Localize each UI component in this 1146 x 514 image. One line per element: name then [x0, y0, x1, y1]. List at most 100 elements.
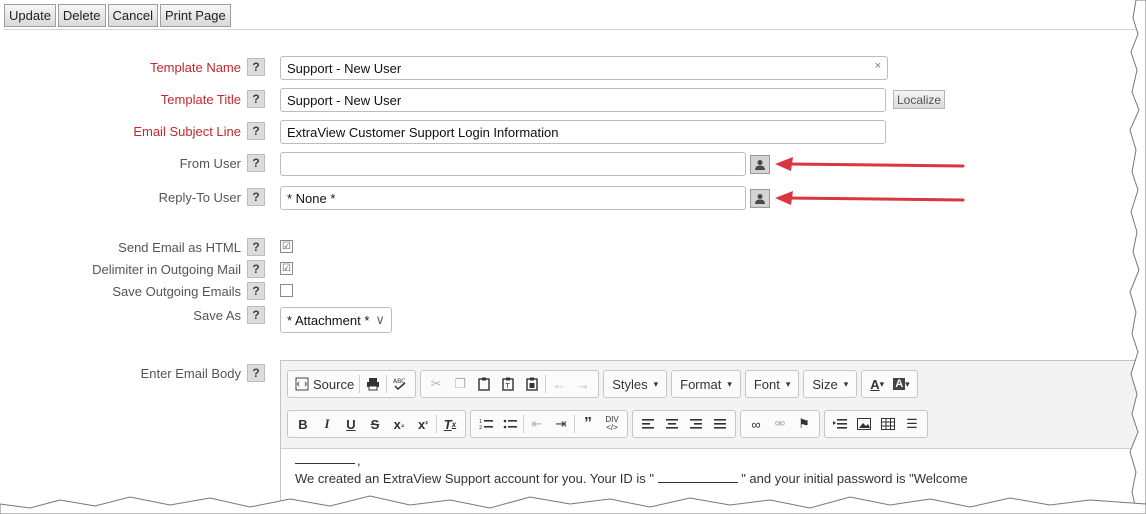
update-button[interactable]: Update [4, 4, 56, 27]
bulleted-list-icon[interactable] [499, 413, 521, 435]
numbered-list-icon[interactable]: 12 [475, 413, 497, 435]
text-color-icon[interactable]: A ▾ [866, 373, 888, 395]
paste-text-icon[interactable]: T [497, 373, 519, 395]
reply-to-input[interactable]: * None * [280, 186, 746, 210]
size-dropdown[interactable]: Size ▾ [803, 370, 858, 398]
align-center-icon[interactable] [661, 413, 683, 435]
help-icon[interactable]: ? [247, 306, 265, 324]
email-subject-value: ExtraView Customer Support Login Informa… [287, 124, 559, 140]
dropdown-icon: ▾ [653, 378, 659, 389]
send-html-checkbox[interactable]: ☑ [280, 240, 293, 253]
undo-icon[interactable]: ← [548, 373, 570, 395]
cut-icon[interactable]: ✂ [425, 373, 447, 395]
link-icon[interactable]: ∞ [745, 413, 767, 435]
table-icon[interactable] [877, 413, 899, 435]
delimiter-row: Delimiter in Outgoing Mail ? ☑ [0, 258, 1146, 282]
basic-style-group: B I U S x₂ x² Tx [287, 410, 466, 438]
image-icon[interactable] [853, 413, 875, 435]
send-html-row: Send Email as HTML ? ☑ [0, 236, 1146, 260]
separator [545, 375, 547, 393]
svg-text:T: T [505, 382, 511, 390]
reply-to-label: Reply-To User [158, 190, 241, 205]
action-toolbar: Update Delete Cancel Print Page [4, 4, 1144, 30]
user-picker-button[interactable] [750, 189, 770, 208]
styles-dropdown[interactable]: Styles ▾ [603, 370, 668, 398]
editor-toolbar-row-1: Source ABC ✂ ❐ T ← → Styles ▾ Format ▾ F… [287, 369, 918, 399]
user-picker-button[interactable] [750, 155, 770, 174]
paste-icon[interactable] [473, 373, 495, 395]
delete-button[interactable]: Delete [57, 4, 106, 27]
italic-icon[interactable]: I [316, 413, 338, 435]
help-icon[interactable]: ? [247, 238, 265, 256]
svg-text:2: 2 [479, 425, 482, 430]
email-subject-input[interactable]: ExtraView Customer Support Login Informa… [280, 120, 886, 144]
background-color-icon[interactable]: A ▾ [890, 373, 912, 395]
copy-icon[interactable]: ❐ [449, 373, 471, 395]
help-icon[interactable]: ? [247, 260, 265, 278]
save-as-row: Save As ? * Attachment * ∨ [0, 304, 1146, 333]
from-user-input[interactable] [280, 152, 746, 176]
cancel-button[interactable]: Cancel [107, 4, 158, 27]
email-body-label: Enter Email Body [140, 366, 241, 381]
editor-toolbar-row-2: B I U S x₂ x² Tx 12 ⇤ ⇥ ” DIV </> ∞ ⚮ ⚑ … [287, 409, 928, 439]
align-left-icon[interactable] [637, 413, 659, 435]
list-group: 12 ⇤ ⇥ ” DIV </> [470, 410, 628, 438]
help-icon[interactable]: ? [247, 122, 265, 140]
reply-to-row: Reply-To User ? * None * [0, 186, 1146, 210]
send-html-label: Send Email as HTML [118, 240, 241, 255]
clear-icon[interactable]: × [875, 60, 881, 72]
source-icon [295, 377, 309, 391]
save-outgoing-checkbox[interactable] [280, 284, 293, 297]
separator [359, 375, 361, 393]
redo-icon[interactable]: → [572, 373, 594, 395]
align-right-icon[interactable] [685, 413, 707, 435]
bold-icon[interactable]: B [292, 413, 314, 435]
dropdown-icon: ▾ [727, 378, 732, 389]
insert-list-icon[interactable] [829, 413, 851, 435]
unlink-icon[interactable]: ⚮ [769, 413, 791, 435]
template-name-input[interactable]: Support - New User × [280, 56, 888, 80]
font-dropdown[interactable]: Font ▾ [744, 370, 800, 398]
anchor-flag-icon[interactable]: ⚑ [793, 413, 815, 435]
chevron-down-icon: ∨ [375, 312, 385, 327]
print-page-button[interactable]: Print Page [159, 4, 231, 27]
size-label: Size [812, 376, 838, 392]
help-icon[interactable]: ? [247, 58, 265, 76]
strikethrough-icon[interactable]: S [364, 413, 386, 435]
remove-format-icon[interactable]: Tx [439, 413, 461, 435]
check-icon: ☑ [282, 241, 291, 252]
indent-icon[interactable]: ⇥ [550, 413, 572, 435]
superscript-icon[interactable]: x² [412, 413, 434, 435]
subscript-icon[interactable]: x₂ [388, 413, 410, 435]
clipboard-group: ✂ ❐ T ← → [420, 370, 600, 398]
email-subject-label: Email Subject Line [133, 124, 241, 139]
torn-edge-right [1129, 0, 1146, 514]
delimiter-checkbox[interactable]: ☑ [280, 262, 293, 275]
outdent-icon[interactable]: ⇤ [526, 413, 548, 435]
help-icon[interactable]: ? [247, 364, 265, 382]
justify-icon[interactable] [709, 413, 731, 435]
email-body-text[interactable]: We created an ExtraView Support account … [295, 471, 968, 486]
template-title-input[interactable]: Support - New User [280, 88, 886, 112]
horizontal-rule-icon[interactable]: ☰ [901, 413, 923, 435]
help-icon[interactable]: ? [247, 90, 265, 108]
localize-button[interactable]: Localize [893, 90, 946, 109]
from-user-row: From User ? [0, 152, 1146, 176]
template-name-value: Support - New User [287, 60, 402, 76]
underline-icon[interactable]: U [340, 413, 362, 435]
source-button[interactable]: Source [292, 373, 357, 395]
from-user-label: From User [179, 156, 241, 171]
template-title-value: Support - New User [287, 92, 402, 108]
help-icon[interactable]: ? [247, 154, 265, 172]
blockquote-icon[interactable]: ” [577, 413, 599, 435]
spellcheck-icon[interactable]: ABC [389, 373, 411, 395]
save-as-select[interactable]: * Attachment * ∨ [280, 307, 392, 333]
print-icon[interactable] [362, 373, 384, 395]
paste-word-icon[interactable] [521, 373, 543, 395]
format-dropdown[interactable]: Format ▾ [671, 370, 741, 398]
div-container-icon[interactable]: DIV </> [601, 413, 623, 435]
help-icon[interactable]: ? [247, 188, 265, 206]
link-group: ∞ ⚮ ⚑ [740, 410, 820, 438]
save-as-label: Save As [193, 308, 241, 323]
help-icon[interactable]: ? [247, 282, 265, 300]
